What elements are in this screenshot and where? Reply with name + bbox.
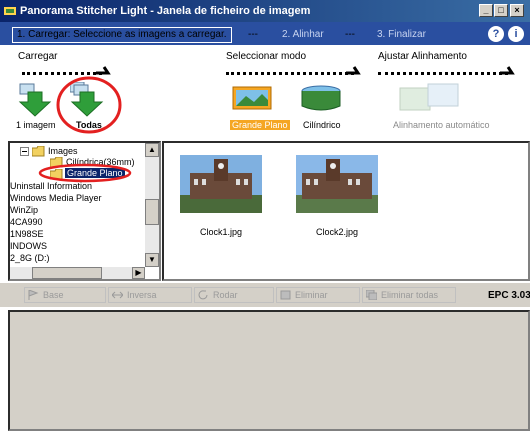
auto-align-label: Alinhamento automático [393,120,490,130]
help-button[interactable]: ? [488,26,504,42]
one-image-label: 1 imagem [16,120,56,130]
align-section-label: Ajustar Alinhamento [378,51,467,62]
flag-icon [28,290,39,300]
cylindrical-label: Cilíndrico [303,120,341,130]
minimize-button[interactable]: _ [479,4,493,17]
close-window-button[interactable]: × [510,4,524,17]
rotate-icon [198,290,208,300]
base-button[interactable]: Base [24,287,106,303]
building-photo-icon [180,155,262,213]
tree-item-4ca990[interactable]: 4CA990 [10,217,43,227]
scroll-down-icon[interactable]: ▼ [145,253,159,267]
download-arrow-icon [18,83,52,117]
step-separator: --- [248,29,258,40]
arrow-right-icon [500,66,515,75]
tree-item-media-player[interactable]: Windows Media Player [10,193,102,203]
scroll-thumb[interactable] [145,199,159,225]
tree-item-1n98se[interactable]: 1N98SE [10,229,44,239]
horizontal-scrollbar[interactable]: ▶ [10,267,145,279]
title-bar: Panorama Stitcher Light - Janela de fich… [0,0,530,22]
reverse-button[interactable]: Inversa [108,287,192,303]
app-icon [4,7,16,15]
folder-icon [32,146,45,157]
tree-item-images[interactable]: Images [48,146,78,156]
rotate-button[interactable]: Rodar [194,287,274,303]
delete-button[interactable]: Eliminar [276,287,360,303]
thumbnail-caption: Clock1.jpg [200,227,243,237]
vertical-scrollbar[interactable]: ▲ ▼ [145,143,159,267]
load-one-image-button[interactable] [18,82,52,118]
maximize-button[interactable]: □ [494,4,508,17]
delete-image-icon [280,290,291,300]
auto-align-icon [399,83,459,111]
step-align[interactable]: 2. Alinhar [282,29,324,40]
delete-label: Eliminar [295,290,328,300]
auto-align-button[interactable] [398,82,462,116]
delete-all-label: Eliminar todas [381,290,439,300]
cylindrical-icon [301,85,341,111]
swap-arrows-icon [112,291,123,299]
hscroll-thumb[interactable] [32,267,102,279]
highlight-circle [56,76,122,134]
thumbnail-clock2[interactable] [296,155,378,213]
tree-item-uninstall[interactable]: Uninstall Information [10,181,92,191]
highlight-ellipse [38,163,132,183]
building-photo-icon [296,155,378,213]
info-button[interactable]: i [508,26,524,42]
mode-section-label: Seleccionar modo [226,51,307,62]
load-dotted-line [22,72,102,75]
wide-landscape-icon [232,86,272,110]
thumbnail-panel: Clock1.jpg Clock2.jpg [162,141,530,281]
wide-mode-label: Grande Plano [230,120,290,130]
mode-dotted-line [226,72,354,75]
tree-item-winzip[interactable]: WinZip [10,205,38,215]
version-label: EPC 3.03P [488,290,530,301]
step-separator: --- [345,29,355,40]
reverse-label: Inversa [127,290,157,300]
base-label: Base [43,290,64,300]
scroll-up-icon[interactable]: ▲ [145,143,159,157]
tree-item-drive-d[interactable]: 2_8G (D:) [10,253,50,263]
align-dotted-line [378,72,508,75]
delete-all-button[interactable]: Eliminar todas [362,287,456,303]
rotate-label: Rodar [213,290,238,300]
scroll-right-icon[interactable]: ▶ [132,267,145,279]
load-section-label: Carregar [18,51,58,62]
arrow-right-icon [346,66,361,75]
tree-item-windows[interactable]: INDOWS [10,241,47,251]
step-load[interactable]: 1. Carregar: Seleccione as imagens a car… [12,27,232,43]
thumbnail-caption: Clock2.jpg [316,227,359,237]
collapse-icon[interactable] [20,147,30,157]
step-finalize[interactable]: 3. Finalizar [377,29,426,40]
thumbnail-clock1[interactable] [180,155,262,213]
stitch-preview-panel [8,310,530,431]
wide-mode-button[interactable] [232,84,272,114]
folder-tree[interactable]: Images Cilíndrica(36mm) Grande Plano Uni… [8,141,161,281]
delete-all-icon [366,290,377,300]
cylindrical-mode-button[interactable] [300,84,342,114]
window-title: Panorama Stitcher Light - Janela de fich… [20,5,311,17]
